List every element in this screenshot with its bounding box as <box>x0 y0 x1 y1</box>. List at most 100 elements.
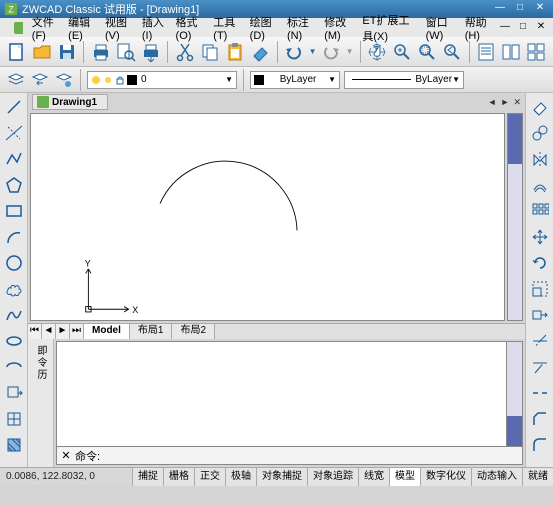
insert-block-tool[interactable] <box>4 383 24 403</box>
mdi-close-button[interactable]: ✕ <box>533 21 549 35</box>
svg-text:Y: Y <box>85 258 91 268</box>
revision-cloud-tool[interactable] <box>4 279 24 299</box>
layout-nav-prev[interactable]: ◄ <box>42 324 56 339</box>
drawing-icon <box>37 96 49 108</box>
command-input[interactable] <box>100 450 522 462</box>
menu-window[interactable]: 窗口(W) <box>421 12 460 44</box>
status-model[interactable]: 模型 <box>389 468 420 486</box>
bulb-on-icon <box>91 75 101 85</box>
drawing-canvas[interactable]: X Y <box>30 113 505 321</box>
rotate-tool[interactable] <box>530 253 550 273</box>
layer-states-button[interactable] <box>54 70 74 90</box>
make-block-tool[interactable] <box>4 409 24 429</box>
command-scrollbar[interactable] <box>507 341 523 447</box>
command-history[interactable] <box>56 341 507 447</box>
tool-palettes-button[interactable] <box>526 40 547 64</box>
move-tool[interactable] <box>530 227 550 247</box>
break-tool[interactable] <box>530 383 550 403</box>
scale-tool[interactable] <box>530 279 550 299</box>
maximize-button[interactable]: □ <box>511 2 529 16</box>
trim-tool[interactable] <box>530 331 550 351</box>
menu-format[interactable]: 格式(O) <box>171 12 209 44</box>
polygon-tool[interactable] <box>4 175 24 195</box>
copy-tool[interactable] <box>530 123 550 143</box>
hatch-tool[interactable] <box>4 435 24 455</box>
layer-dropdown[interactable]: 0 ▼ <box>87 71 237 89</box>
document-tab[interactable]: Drawing1 <box>32 94 108 110</box>
status-ortho[interactable]: 正交 <box>194 468 225 486</box>
layer-toolbar: 0 ▼ ByLayer ▼ ByLayer ▼ <box>0 67 553 93</box>
circle-tool[interactable] <box>4 253 24 273</box>
canvas-vertical-scrollbar[interactable] <box>507 113 523 321</box>
linetype-dropdown[interactable]: ByLayer ▼ <box>344 71 464 89</box>
status-osnap[interactable]: 对象捕捉 <box>256 468 307 486</box>
tab-nav-right[interactable]: ► <box>501 97 510 108</box>
close-button[interactable]: ✕ <box>531 2 549 16</box>
chamfer-tool[interactable] <box>530 409 550 429</box>
stretch-tool[interactable] <box>530 305 550 325</box>
status-lwt[interactable]: 线宽 <box>358 468 389 486</box>
layer-manager-button[interactable] <box>6 70 26 90</box>
document-tabs: Drawing1 ◄ ► ✕ <box>28 93 525 111</box>
draw-toolbar <box>0 93 28 467</box>
menu-draw[interactable]: 绘图(D) <box>245 12 282 44</box>
fillet-tool[interactable] <box>530 435 550 455</box>
tab-nav-left[interactable]: ◄ <box>488 97 497 108</box>
status-dyn[interactable]: 动态输入 <box>471 468 522 486</box>
menu-app-icon <box>14 22 23 34</box>
menu-insert[interactable]: 插入(I) <box>137 12 171 44</box>
status-bar: 0.0086, 122.8032, 0 捕捉 栅格 正交 极轴 对象捕捉 对象追… <box>0 467 553 485</box>
offset-tool[interactable] <box>530 175 550 195</box>
extend-tool[interactable] <box>530 357 550 377</box>
status-otrack[interactable]: 对象追踪 <box>307 468 358 486</box>
layout-tab-1[interactable]: 布局1 <box>130 324 173 339</box>
menu-edit[interactable]: 编辑(E) <box>63 12 100 44</box>
app-icon: Z <box>4 2 18 16</box>
design-center-button[interactable] <box>501 40 522 64</box>
layout-tabs: ⏮ ◄ ► ⏭ Model 布局1 布局2 <box>28 323 525 339</box>
menu-modify[interactable]: 修改(M) <box>319 12 357 44</box>
layout-tab-2[interactable]: 布局2 <box>172 324 215 339</box>
mdi-restore-button[interactable]: □ <box>515 21 531 35</box>
ellipse-tool[interactable] <box>4 331 24 351</box>
status-snap[interactable]: 捕捉 <box>132 468 163 486</box>
layout-nav-first[interactable]: ⏮ <box>28 324 42 339</box>
status-digitizer[interactable]: 数字化仪 <box>420 468 471 486</box>
line-tool[interactable] <box>4 97 24 117</box>
construction-line-tool[interactable] <box>4 123 24 143</box>
polyline-tool[interactable] <box>4 149 24 169</box>
menu-file[interactable]: 文件(F) <box>27 12 63 44</box>
layout-nav-last[interactable]: ⏭ <box>70 324 84 339</box>
layer-previous-button[interactable] <box>30 70 50 90</box>
menu-dimension[interactable]: 标注(N) <box>282 12 319 44</box>
command-line: ✕ 命令: <box>56 447 523 465</box>
array-tool[interactable] <box>530 201 550 221</box>
menu-view[interactable]: 视图(V) <box>100 12 137 44</box>
menu-help[interactable]: 帮助(H) <box>460 12 497 44</box>
menu-tools[interactable]: 工具(T) <box>208 12 244 44</box>
status-ready[interactable]: 就绪 <box>522 468 553 486</box>
layout-tab-model[interactable]: Model <box>84 324 130 339</box>
color-swatch <box>254 75 264 85</box>
arc-tool[interactable] <box>4 227 24 247</box>
mdi-minimize-button[interactable]: — <box>497 21 513 35</box>
mirror-tool[interactable] <box>530 149 550 169</box>
command-history-palette: 即令历 <box>28 339 54 467</box>
status-polar[interactable]: 极轴 <box>225 468 256 486</box>
linetype-label: ByLayer <box>415 74 452 85</box>
new-button[interactable] <box>6 40 27 64</box>
menu-et[interactable]: ET扩展工具(X) <box>357 10 420 46</box>
redo-dropdown[interactable]: ▼ <box>346 47 354 56</box>
erase-tool[interactable] <box>530 97 550 117</box>
rectangle-tool[interactable] <box>4 201 24 221</box>
color-dropdown[interactable]: ByLayer ▼ <box>250 71 340 89</box>
spline-tool[interactable] <box>4 305 24 325</box>
sun-icon <box>103 75 113 85</box>
undo-dropdown[interactable]: ▼ <box>309 47 317 56</box>
lock-icon <box>115 75 125 85</box>
layout-nav-next[interactable]: ► <box>56 324 70 339</box>
status-grid[interactable]: 栅格 <box>163 468 194 486</box>
tab-close[interactable]: ✕ <box>513 97 521 108</box>
ellipse-arc-tool[interactable] <box>4 357 24 377</box>
coordinates-display: 0.0086, 122.8032, 0 <box>0 471 101 482</box>
